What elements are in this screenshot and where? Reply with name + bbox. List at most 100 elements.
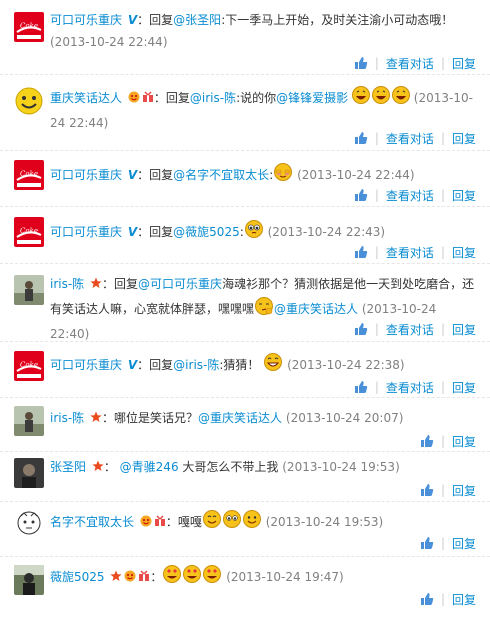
svg-text:Coke: Coke (20, 361, 38, 369)
avatar[interactable]: Coke (14, 12, 44, 42)
reply-link[interactable]: 回复 (452, 535, 476, 552)
verified-icon: V (127, 358, 138, 372)
mention-link[interactable]: @重庆笑话达人 (274, 302, 358, 316)
smile-badge-icon (124, 567, 136, 589)
avatar[interactable] (14, 275, 44, 305)
comment-actions: | 查看对话 | 回复 (354, 379, 476, 395)
like-icon[interactable] (354, 131, 368, 145)
mention-link[interactable]: @张圣阳 (173, 13, 221, 27)
reply-link[interactable]: 回复 (452, 321, 476, 338)
like-icon[interactable] (420, 536, 434, 550)
shy-emoji-icon (273, 162, 293, 189)
like-icon[interactable] (354, 245, 368, 259)
user-name[interactable]: 可口可乐重庆 (50, 225, 122, 239)
view-conversation-link[interactable]: 查看对话 (386, 379, 434, 396)
comment-actions: | 回复 (420, 535, 476, 551)
comment-item: Coke 可口可乐重庆 V：回复@薇旎5025: (2013-10-24 22:… (0, 207, 490, 264)
user-name[interactable]: 可口可乐重庆 (50, 13, 122, 27)
svg-text:Coke: Coke (20, 170, 38, 178)
avatar[interactable] (14, 565, 44, 595)
verified-icon: V (127, 225, 138, 239)
comment-list: Coke 可口可乐重庆 V：回复@张圣阳:下一季马上开始，及时关注渝小可动态哦！… (0, 0, 490, 617)
comment-item: 张圣阳 ： @青骓246 大哥怎么不带上我 (2013-10-24 19:53)… (0, 452, 490, 502)
reply-prefix: 回复 (149, 168, 174, 182)
comment-actions: | 回复 (420, 482, 476, 498)
mention-link[interactable]: @锋锋爱摄影 (276, 91, 348, 105)
comment-text: 说的你 (240, 91, 277, 105)
comment-actions: | 查看对话 | 回复 (354, 244, 476, 260)
timestamp: (2013-10-24 20:07) (285, 411, 404, 425)
timestamp: (2013-10-24 22:38) (287, 358, 405, 372)
comment-text: 猜猜！ (223, 358, 260, 372)
mention-link[interactable]: @iris-陈 (173, 358, 219, 372)
reply-prefix: 回复 (149, 225, 174, 239)
thinking-emoji-icon (254, 296, 274, 323)
comment-actions: | 回复 (420, 591, 476, 607)
avatar[interactable]: Coke (14, 351, 44, 381)
avatar[interactable] (14, 406, 44, 436)
pleading-emoji-icon (244, 219, 264, 246)
verified-icon: V (127, 13, 138, 27)
avatar[interactable]: Coke (14, 217, 44, 247)
reply-link[interactable]: 回复 (452, 55, 476, 72)
like-icon[interactable] (354, 56, 368, 70)
avatar[interactable] (14, 458, 44, 488)
like-icon[interactable] (354, 188, 368, 202)
comment-actions: | 查看对话 | 回复 (354, 130, 476, 146)
mention-link[interactable]: @薇旎5025 (173, 225, 240, 239)
timestamp: (2013-10-24 19:53) (282, 460, 400, 474)
timestamp: (2013-10-24 22:44) (50, 35, 168, 49)
comment-item: 薇旎5025 ： (2013-10-24 19:47) | 回复 (0, 557, 490, 617)
view-conversation-link[interactable]: 查看对话 (386, 187, 434, 204)
view-conversation-link[interactable]: 查看对话 (386, 130, 434, 147)
user-name[interactable]: 重庆笑话达人 (50, 91, 122, 105)
mention-link[interactable]: @iris-陈 (190, 91, 236, 105)
star-badge-icon (92, 457, 104, 479)
mention-link[interactable]: @可口可乐重庆 (138, 277, 222, 291)
mention-link[interactable]: @名字不宜取太长 (173, 168, 269, 182)
like-icon[interactable] (354, 380, 368, 394)
comment-item: 名字不宜取太长 ：嘎嘎 (2013-10-24 19:53) | 回复 (0, 502, 490, 557)
svg-text:Coke: Coke (20, 227, 38, 235)
mention-link[interactable]: @重庆笑话达人 (198, 411, 282, 425)
star-badge-icon (90, 408, 102, 430)
reply-link[interactable]: 回复 (452, 130, 476, 147)
reply-link[interactable]: 回复 (452, 244, 476, 261)
avatar[interactable] (14, 508, 44, 538)
gift-badge-icon (154, 512, 166, 534)
reply-prefix: 回复 (149, 358, 174, 372)
view-conversation-link[interactable]: 查看对话 (386, 321, 434, 338)
view-conversation-link[interactable]: 查看对话 (386, 55, 434, 72)
reply-link[interactable]: 回复 (452, 482, 476, 499)
mention-link[interactable]: @青骓246 (120, 460, 179, 474)
reply-prefix: 回复 (165, 91, 190, 105)
user-name[interactable]: 薇旎5025 (50, 570, 105, 584)
user-name[interactable]: iris-陈 (50, 277, 84, 291)
avatar[interactable] (14, 86, 44, 116)
reply-prefix: 回复 (114, 277, 139, 291)
like-icon[interactable] (420, 434, 434, 448)
reply-link[interactable]: 回复 (452, 379, 476, 396)
smile-emoji-icon (202, 509, 262, 536)
user-name[interactable]: 可口可乐重庆 (50, 358, 122, 372)
user-name[interactable]: 张圣阳 (50, 460, 86, 474)
like-icon[interactable] (354, 322, 368, 336)
comment-actions: | 查看对话 | 回复 (354, 187, 476, 203)
view-conversation-link[interactable]: 查看对话 (386, 244, 434, 261)
comment-item: iris-陈 ：哪位是笑话兄？@重庆笑话达人 (2013-10-24 20:07… (0, 398, 490, 452)
comment-actions: | 查看对话 | 回复 (354, 321, 476, 337)
reply-link[interactable]: 回复 (452, 591, 476, 608)
reply-link[interactable]: 回复 (452, 187, 476, 204)
comment-text: 下一季马上开始，及时关注渝小可动态哦！ (225, 13, 454, 27)
user-name[interactable]: 可口可乐重庆 (50, 168, 122, 182)
reply-link[interactable]: 回复 (452, 433, 476, 450)
like-icon[interactable] (420, 483, 434, 497)
user-name[interactable]: iris-陈 (50, 411, 84, 425)
like-icon[interactable] (420, 592, 434, 606)
laughing-emoji-icon (351, 85, 410, 112)
grin-emoji-icon (263, 352, 283, 379)
user-name[interactable]: 名字不宜取太长 (50, 515, 134, 529)
comment-text: 嘎嘎 (177, 515, 202, 529)
avatar[interactable]: Coke (14, 160, 44, 190)
comment-actions: | 查看对话 | 回复 (354, 55, 476, 71)
